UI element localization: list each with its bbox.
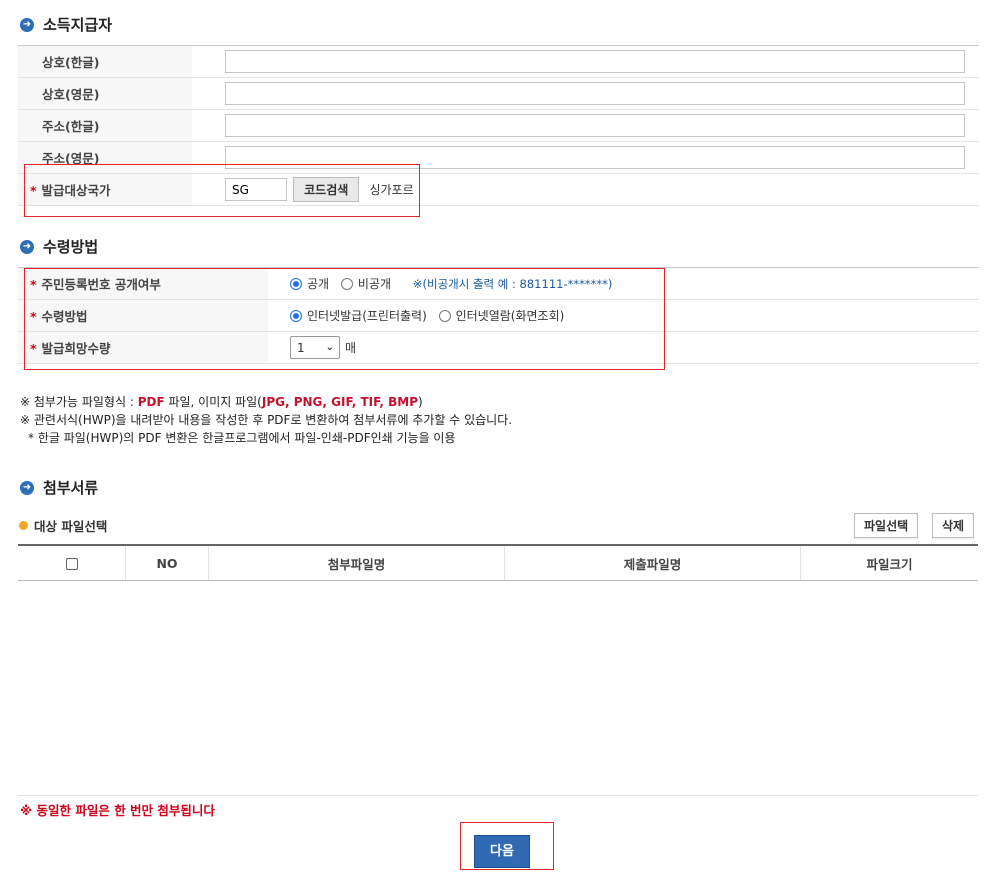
addr-kr-label: 주소(한글) [18, 109, 192, 142]
select-all-cell [18, 544, 126, 581]
name-kr-input[interactable] [225, 50, 965, 73]
receive-section-title-text: 수령방법 [43, 238, 99, 256]
col-file-size: 파일크기 [800, 544, 978, 581]
note-line-1-prefix: ※ 첨부가능 파일형식 : [20, 395, 138, 409]
addr-kr-input[interactable] [225, 114, 965, 137]
file-table: NO 첨부파일명 제출파일명 파일크기 [18, 544, 978, 581]
note-line-1-end: ) [418, 395, 423, 409]
payer-section-title-text: 소득지급자 [43, 16, 113, 34]
highlight-box-country [24, 164, 420, 217]
file-select-subtitle-text: 대상 파일선택 [34, 519, 108, 534]
bullet-icon [19, 521, 28, 530]
file-table-header: NO 첨부파일명 제출파일명 파일크기 [18, 544, 978, 581]
receive-section-title: ➜ 수령방법 [20, 236, 98, 257]
attach-section-title: ➜ 첨부서류 [20, 477, 98, 498]
select-all-checkbox[interactable] [65, 558, 78, 570]
note-line-3: * 한글 파일(HWP)의 PDF 변환은 한글프로그램에서 파일-인쇄-PDF… [28, 431, 456, 445]
duplicate-warning: ※ 동일한 파일은 한 번만 첨부됩니다 [20, 803, 215, 818]
file-select-button[interactable]: 파일선택 [854, 513, 919, 538]
notes-block: ※ 첨부가능 파일형식 : PDF 파일, 이미지 파일(JPG, PNG, G… [20, 393, 512, 447]
payer-section-title: ➜ 소득지급자 [20, 14, 112, 35]
note-line-1-pdf: PDF [137, 395, 165, 409]
col-submit-name: 제출파일명 [504, 544, 801, 581]
file-select-subtitle: 대상 파일선택 [19, 516, 107, 535]
arrow-circle-icon: ➜ [20, 239, 34, 254]
name-kr-label: 상호(한글) [18, 45, 192, 78]
name-en-input[interactable] [225, 82, 965, 105]
attach-section-title-text: 첨부서류 [43, 479, 99, 497]
file-list-divider [18, 795, 978, 796]
col-attach-name: 첨부파일명 [208, 544, 505, 581]
name-en-label: 상호(영문) [18, 77, 192, 110]
note-line-2: ※ 관련서식(HWP)을 내려받아 내용을 작성한 후 PDF로 변환하여 첨부… [20, 413, 513, 427]
note-line-1: ※ 첨부가능 파일형식 : PDF 파일, 이미지 파일(JPG, PNG, G… [20, 393, 512, 411]
note-line-1-mid: 파일, 이미지 파일( [164, 395, 262, 409]
note-line-1-types: JPG, PNG, GIF, TIF, BMP [261, 395, 419, 409]
arrow-circle-icon: ➜ [20, 17, 34, 32]
next-button[interactable]: 다음 [474, 835, 530, 868]
highlight-box-receive [24, 268, 665, 370]
file-delete-button[interactable]: 삭제 [932, 513, 975, 538]
arrow-circle-icon: ➜ [20, 480, 34, 495]
col-no: NO [125, 544, 209, 581]
